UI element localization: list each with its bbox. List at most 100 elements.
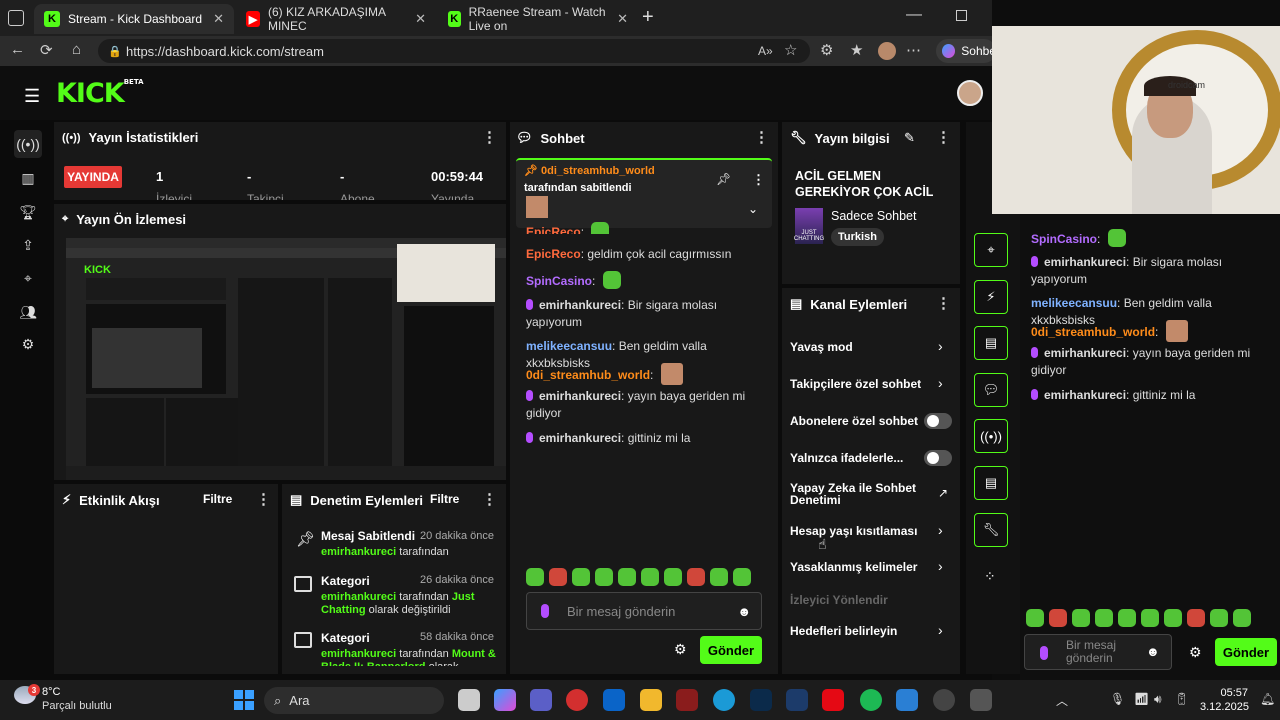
user-avatar[interactable] xyxy=(957,80,983,106)
chevron-right-icon[interactable]: › xyxy=(938,338,943,354)
wrench-icon[interactable]: 🔧︎ xyxy=(974,513,1008,547)
ai-moderation-action[interactable]: Yapay Zeka ile Sohbet Denetimi xyxy=(790,482,925,506)
chat-icon[interactable]: 💬︎ xyxy=(974,373,1008,407)
vscode-icon[interactable] xyxy=(896,689,918,711)
obs-icon[interactable] xyxy=(933,689,955,711)
goals-action[interactable]: Hedefleri belirleyin xyxy=(790,624,897,638)
tag-chip[interactable]: Turkish xyxy=(831,228,884,246)
maximize-button[interactable] xyxy=(956,10,967,21)
emotes-only-toggle[interactable] xyxy=(924,450,952,466)
emote[interactable] xyxy=(526,568,544,586)
illustrator-icon[interactable] xyxy=(676,689,698,711)
broadcast-icon[interactable]: ((•)) xyxy=(974,419,1008,453)
more-vert-icon[interactable]: ⋮ xyxy=(754,128,769,146)
extensions-icon[interactable]: ⚙ xyxy=(820,41,833,59)
emote[interactable] xyxy=(664,568,682,586)
channel-icon[interactable]: ▤ xyxy=(974,466,1008,500)
favorite-star-icon[interactable]: ☆ xyxy=(784,41,797,59)
emote[interactable] xyxy=(1141,609,1159,627)
chevron-down-icon[interactable]: ⌄ xyxy=(748,202,758,216)
emote[interactable] xyxy=(1210,609,1228,627)
preview-video[interactable]: KICK xyxy=(66,238,506,480)
photoshop-icon[interactable] xyxy=(750,689,772,711)
opera-icon[interactable] xyxy=(566,689,588,711)
close-icon[interactable]: ✕ xyxy=(213,11,224,27)
wifi-icon[interactable]: 📶︎ xyxy=(1134,692,1149,706)
slow-mode-action[interactable]: Yavaş mod xyxy=(790,340,853,354)
more-vert-icon[interactable]: ⋮ xyxy=(482,128,497,146)
edge-icon[interactable] xyxy=(713,689,735,711)
teams-icon[interactable] xyxy=(530,689,552,711)
more-vert-icon[interactable]: ⋮ xyxy=(936,294,951,312)
emote[interactable] xyxy=(1049,609,1067,627)
chat-input[interactable]: Bir mesaj gönderin ☻ xyxy=(526,592,762,630)
trophy-icon[interactable]: 🏆︎ xyxy=(14,198,42,226)
emote[interactable] xyxy=(1072,609,1090,627)
chevron-right-icon[interactable]: › xyxy=(938,622,943,638)
overlay-send-button[interactable]: Gönder xyxy=(1215,638,1277,666)
emote[interactable] xyxy=(1026,609,1044,627)
edit-icon[interactable]: ✎ xyxy=(904,130,915,146)
tab-youtube[interactable]: ▶ (6) KIZ ARKADAŞIMA MINEC ✕ xyxy=(236,4,436,34)
tab-kick-dashboard[interactable]: K Stream - Kick Dashboard ✕ xyxy=(34,4,234,34)
new-tab-button[interactable]: + xyxy=(642,6,654,29)
battery-icon[interactable]: 🔋︎ xyxy=(1174,692,1189,706)
apps-icon[interactable]: ⁘ xyxy=(984,568,996,585)
emote[interactable] xyxy=(572,568,590,586)
back-icon[interactable]: ← xyxy=(10,41,25,58)
tab-rraenee[interactable]: K RRaenee Stream - Watch Live on ✕ xyxy=(438,4,638,34)
disney-plus-icon[interactable] xyxy=(786,689,808,711)
volume-icon[interactable]: 🔊︎ xyxy=(1154,692,1162,707)
emote[interactable] xyxy=(1118,609,1136,627)
emote[interactable] xyxy=(1164,609,1182,627)
scan-icon[interactable]: ⌖ xyxy=(14,264,42,292)
copilot-icon[interactable] xyxy=(494,689,516,711)
outlook-icon[interactable] xyxy=(603,689,625,711)
external-link-icon[interactable]: ↗ xyxy=(938,486,948,500)
pin-icon[interactable]: 📌︎ xyxy=(716,172,731,186)
clock-date[interactable]: 3.12.2025 xyxy=(1200,701,1249,713)
emote[interactable] xyxy=(710,568,728,586)
emote[interactable] xyxy=(687,568,705,586)
file-explorer-icon[interactable] xyxy=(640,689,662,711)
bolt-icon[interactable]: ⚡︎ xyxy=(974,280,1008,314)
emote[interactable] xyxy=(1187,609,1205,627)
workspaces-icon[interactable] xyxy=(8,10,24,26)
hamburger-icon[interactable]: ☰ xyxy=(24,86,40,107)
copilot-button[interactable]: Sohbe xyxy=(936,39,996,63)
send-button[interactable]: Gönder xyxy=(700,636,762,664)
scan-icon[interactable]: ⌖ xyxy=(974,233,1008,267)
chevron-right-icon[interactable]: › xyxy=(938,522,943,538)
more-vert-icon[interactable]: ⋮ xyxy=(752,172,765,188)
more-icon[interactable]: ⋯ xyxy=(906,41,921,59)
document-icon[interactable]: ▤ xyxy=(974,326,1008,360)
mic-tray-icon[interactable]: 🎙︎ xyxy=(1110,692,1125,706)
netflix-icon[interactable] xyxy=(822,689,844,711)
emoji-icon[interactable]: ☻ xyxy=(1146,644,1160,659)
close-icon[interactable]: ✕ xyxy=(415,11,426,27)
banned-words-action[interactable]: Yasaklanmış kelimeler xyxy=(790,560,917,574)
favorites-icon[interactable]: ★ xyxy=(850,41,863,59)
emote[interactable] xyxy=(595,568,613,586)
chat-settings-icon[interactable]: ⚙ xyxy=(674,641,687,658)
task-view-icon[interactable] xyxy=(458,689,480,711)
followers-only-action[interactable]: Takipçilere özel sohbet xyxy=(790,377,921,391)
subscribers-only-toggle[interactable] xyxy=(924,413,952,429)
emote[interactable] xyxy=(641,568,659,586)
close-icon[interactable]: ✕ xyxy=(617,11,628,27)
notification-icon[interactable]: 🔔︎ xyxy=(1260,692,1275,706)
windows-start-icon[interactable] xyxy=(234,690,254,710)
kick-logo[interactable]: KICKBETA xyxy=(56,78,144,109)
url-input[interactable]: https://dashboard.kick.com/stream xyxy=(98,39,810,63)
upload-icon[interactable]: ⇪ xyxy=(14,231,42,259)
read-aloud-icon[interactable]: A» xyxy=(758,44,773,58)
category-thumbnail[interactable]: JUST CHATTING xyxy=(794,208,824,244)
chevron-right-icon[interactable]: › xyxy=(938,558,943,574)
emote[interactable] xyxy=(733,568,751,586)
emote[interactable] xyxy=(1095,609,1113,627)
more-vert-icon[interactable]: ⋮ xyxy=(256,490,271,508)
stream-icon[interactable]: ((•)) xyxy=(14,130,42,158)
activity-filter-button[interactable]: Filtre xyxy=(203,492,232,506)
emote[interactable] xyxy=(1233,609,1251,627)
analytics-icon[interactable]: ▥ xyxy=(14,164,42,192)
